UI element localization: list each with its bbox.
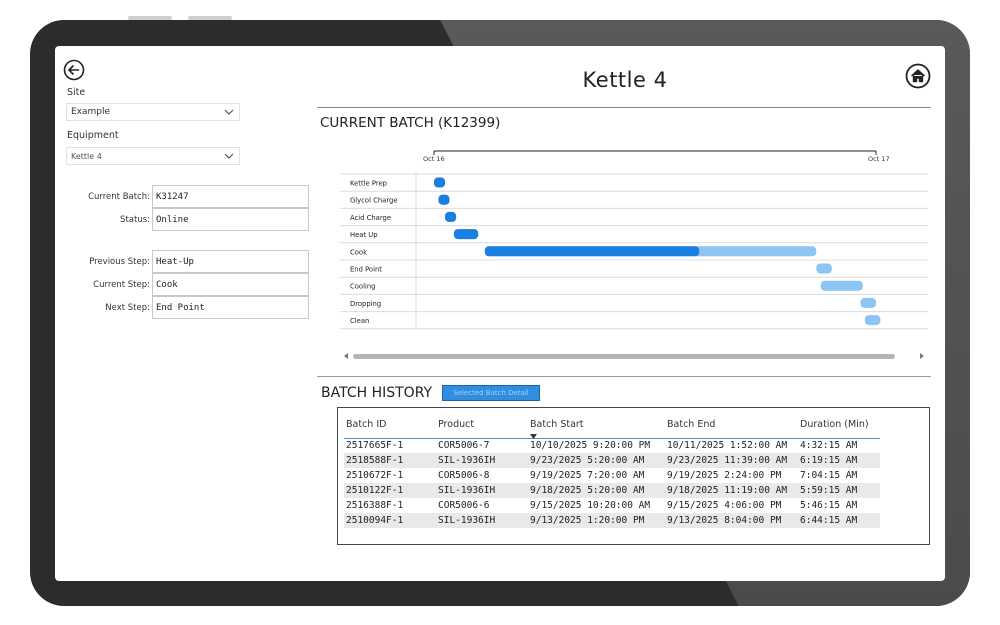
gantt-bar-completed[interactable]	[453, 229, 479, 240]
cell-product: SIL-1936IH	[436, 453, 528, 468]
gantt-bar-completed[interactable]	[434, 177, 446, 188]
cell-batch-end: 9/13/2025 8:04:00 PM	[665, 513, 798, 528]
table-row[interactable]: 2516388F-1 COR5006-6 9/15/2025 10:20:00 …	[344, 498, 880, 513]
scroll-left-arrow[interactable]	[344, 353, 348, 359]
cell-batch-end: 10/11/2025 1:52:00 AM	[667, 440, 788, 452]
cell-duration: 5:59:15 AM	[798, 483, 880, 498]
gantt-bar-planned[interactable]	[816, 263, 832, 274]
table-row[interactable]: 2510672F-1 COR5006-8 9/19/2025 7:20:00 A…	[344, 468, 880, 483]
cell-product: COR5006-7	[438, 440, 490, 452]
column-header-batch-id[interactable]: Batch ID	[344, 412, 436, 439]
cell-batch-id: 2510122F-1	[344, 483, 436, 498]
cell-product: SIL-1936IH	[436, 483, 528, 498]
selected-batch-detail-button[interactable]: Selected Batch Detail	[442, 385, 540, 401]
gantt-bar-completed[interactable]	[445, 211, 457, 222]
gantt-task-label: Cooling	[350, 283, 375, 291]
gantt-task-label: Cook	[350, 248, 367, 256]
chevron-down-icon	[224, 107, 234, 117]
cell-batch-id: 2517665F-1	[346, 440, 404, 452]
current-step-label: Current Step:	[93, 280, 150, 290]
gantt-bar-completed[interactable]	[438, 194, 450, 205]
title-divider	[317, 107, 931, 108]
cell-batch-id: 2510094F-1	[344, 513, 436, 528]
gantt-bar-planned[interactable]	[864, 315, 881, 326]
batch-history-table: Batch ID Product Batch Start Batch End D…	[337, 407, 930, 545]
timeline-end-label: Oct 17	[868, 155, 890, 163]
horizontal-scrollbar[interactable]	[353, 354, 895, 359]
table-row[interactable]: 2518588F-1 SIL-1936IH 9/23/2025 5:20:00 …	[344, 453, 880, 468]
cell-batch-start: 10/10/2025 9:20:00 PM	[530, 440, 651, 452]
gantt-bar-planned[interactable]	[820, 280, 863, 291]
cell-batch-end: 9/23/2025 11:39:00 AM	[665, 453, 798, 468]
batch-history-title: BATCH HISTORY	[321, 385, 433, 401]
current-batch-label: Current Batch:	[88, 192, 150, 202]
home-icon[interactable]	[905, 63, 931, 89]
hardware-button	[128, 16, 172, 20]
previous-step-label: Previous Step:	[89, 257, 150, 267]
cell-duration: 5:46:15 AM	[800, 500, 858, 511]
gantt-task-label: Kettle Prep	[350, 180, 387, 188]
previous-step-value: Heat-Up	[152, 250, 309, 273]
cell-batch-end: 9/19/2025 2:24:00 PM	[667, 470, 782, 481]
current-batch-value: K31247	[152, 185, 309, 208]
gantt-task-label: Acid Charge	[350, 214, 391, 222]
current-batch-title: CURRENT BATCH (K12399)	[320, 115, 501, 131]
cell-batch-end: 9/18/2025 11:19:00 AM	[665, 483, 798, 498]
equipment-label: Equipment	[67, 130, 119, 141]
current-step-value: Cook	[152, 273, 309, 296]
cell-batch-id: 2518588F-1	[344, 453, 436, 468]
gantt-task-label: Heat Up	[350, 231, 378, 239]
table-row[interactable]: 2510094F-1 SIL-1936IH 9/13/2025 1:20:00 …	[344, 513, 880, 528]
next-step-label: Next Step:	[105, 303, 150, 313]
gantt-bar-completed[interactable]	[484, 246, 700, 257]
column-header-batch-start[interactable]: Batch Start	[528, 412, 665, 439]
cell-duration: 7:04:15 AM	[800, 470, 858, 481]
cell-batch-id: 2516388F-1	[346, 500, 404, 511]
cell-product: COR5006-6	[438, 500, 490, 511]
cell-duration: 6:44:15 AM	[798, 513, 880, 528]
column-header-batch-end[interactable]: Batch End	[665, 412, 798, 439]
cell-batch-start: 9/19/2025 7:20:00 AM	[530, 470, 645, 481]
gantt-chart: Oct 16 Oct 17 Kettle Prep Glycol Charge Aci…	[340, 150, 928, 359]
cell-batch-start: 9/15/2025 10:20:00 AM	[530, 500, 651, 511]
cell-batch-start: 9/18/2025 5:20:00 AM	[528, 483, 665, 498]
chevron-down-icon	[224, 151, 234, 161]
hardware-button	[188, 16, 232, 20]
column-header-duration[interactable]: Duration (Min)	[798, 412, 880, 439]
timeline-start-label: Oct 16	[423, 155, 445, 163]
page-title: Kettle 4	[582, 68, 668, 92]
cell-batch-id: 2510672F-1	[346, 470, 404, 481]
gantt-task-label: End Point	[350, 266, 382, 274]
gantt-task-label: Dropping	[350, 300, 381, 308]
cell-duration: 4:32:15 AM	[800, 440, 858, 452]
cell-batch-start: 9/13/2025 1:20:00 PM	[528, 513, 665, 528]
site-dropdown[interactable]: Example	[66, 103, 240, 121]
cell-batch-start: 9/23/2025 5:20:00 AM	[528, 453, 665, 468]
equipment-dropdown[interactable]: Kettle 4	[66, 147, 240, 165]
table-row[interactable]: 2510122F-1 SIL-1936IH 9/18/2025 5:20:00 …	[344, 483, 880, 498]
gantt-bar-planned[interactable]	[860, 297, 876, 308]
cell-duration: 6:19:15 AM	[798, 453, 880, 468]
gantt-task-label: Glycol Charge	[350, 197, 398, 205]
scroll-right-arrow[interactable]	[920, 353, 924, 359]
cell-batch-end: 9/15/2025 4:06:00 PM	[667, 500, 782, 511]
sort-descending-icon	[530, 433, 537, 439]
column-header-product[interactable]: Product	[436, 412, 528, 439]
gantt-task-label: Clean	[350, 317, 369, 325]
back-arrow-icon[interactable]	[63, 59, 85, 81]
equipment-dropdown-value: Kettle 4	[71, 151, 102, 161]
table-row[interactable]: 2517665F-1 COR5006-7 10/10/2025 9:20:00 …	[344, 438, 880, 453]
site-label: Site	[67, 87, 86, 98]
batch-start-label: Batch Start	[530, 419, 584, 431]
cell-product: COR5006-8	[438, 470, 490, 481]
status-label: Status:	[120, 215, 150, 225]
history-divider	[317, 376, 931, 377]
site-dropdown-value: Example	[71, 107, 111, 117]
status-value: Online	[152, 208, 309, 231]
next-step-value: End Point	[152, 296, 309, 319]
app-screen: Site Example Equipment Kettle 4 Current …	[55, 46, 945, 581]
cell-product: SIL-1936IH	[436, 513, 528, 528]
